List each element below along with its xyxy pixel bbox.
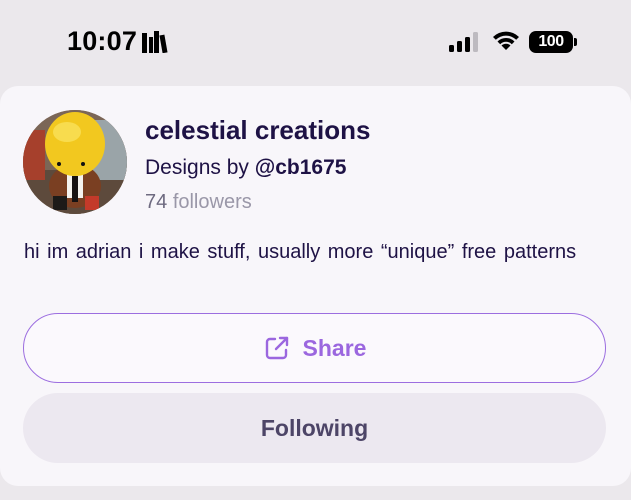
followers-label: followers	[172, 191, 252, 213]
followers-line[interactable]: 74 followers	[145, 191, 252, 214]
battery-cap	[574, 38, 577, 46]
followers-count: 74	[145, 191, 168, 213]
profile-title: celestial creations	[145, 115, 371, 145]
avatar[interactable]	[23, 110, 127, 214]
battery-icon: 100	[529, 31, 577, 53]
profile-handle[interactable]: @cb1675	[255, 156, 347, 179]
avatar-image	[23, 110, 127, 214]
battery-level: 100	[529, 31, 573, 53]
designs-prefix: Designs by	[145, 156, 249, 179]
following-button[interactable]: Following	[23, 393, 606, 463]
profile-bio: hi im adrian i make stuff, usually more …	[24, 241, 577, 263]
profile-card: celestial creations Designs by @cb1675 7…	[0, 86, 631, 486]
share-label: Share	[302, 334, 367, 361]
status-time: 10:07	[67, 26, 138, 56]
signal-icon	[449, 32, 478, 52]
wifi-icon	[493, 31, 519, 50]
designs-by-line: Designs by @cb1675	[145, 156, 346, 180]
books-icon	[142, 31, 168, 53]
share-icon	[265, 336, 288, 360]
following-label: Following	[260, 414, 369, 441]
status-bar: 10:07 100	[0, 0, 631, 86]
share-button[interactable]: Share	[23, 313, 606, 383]
